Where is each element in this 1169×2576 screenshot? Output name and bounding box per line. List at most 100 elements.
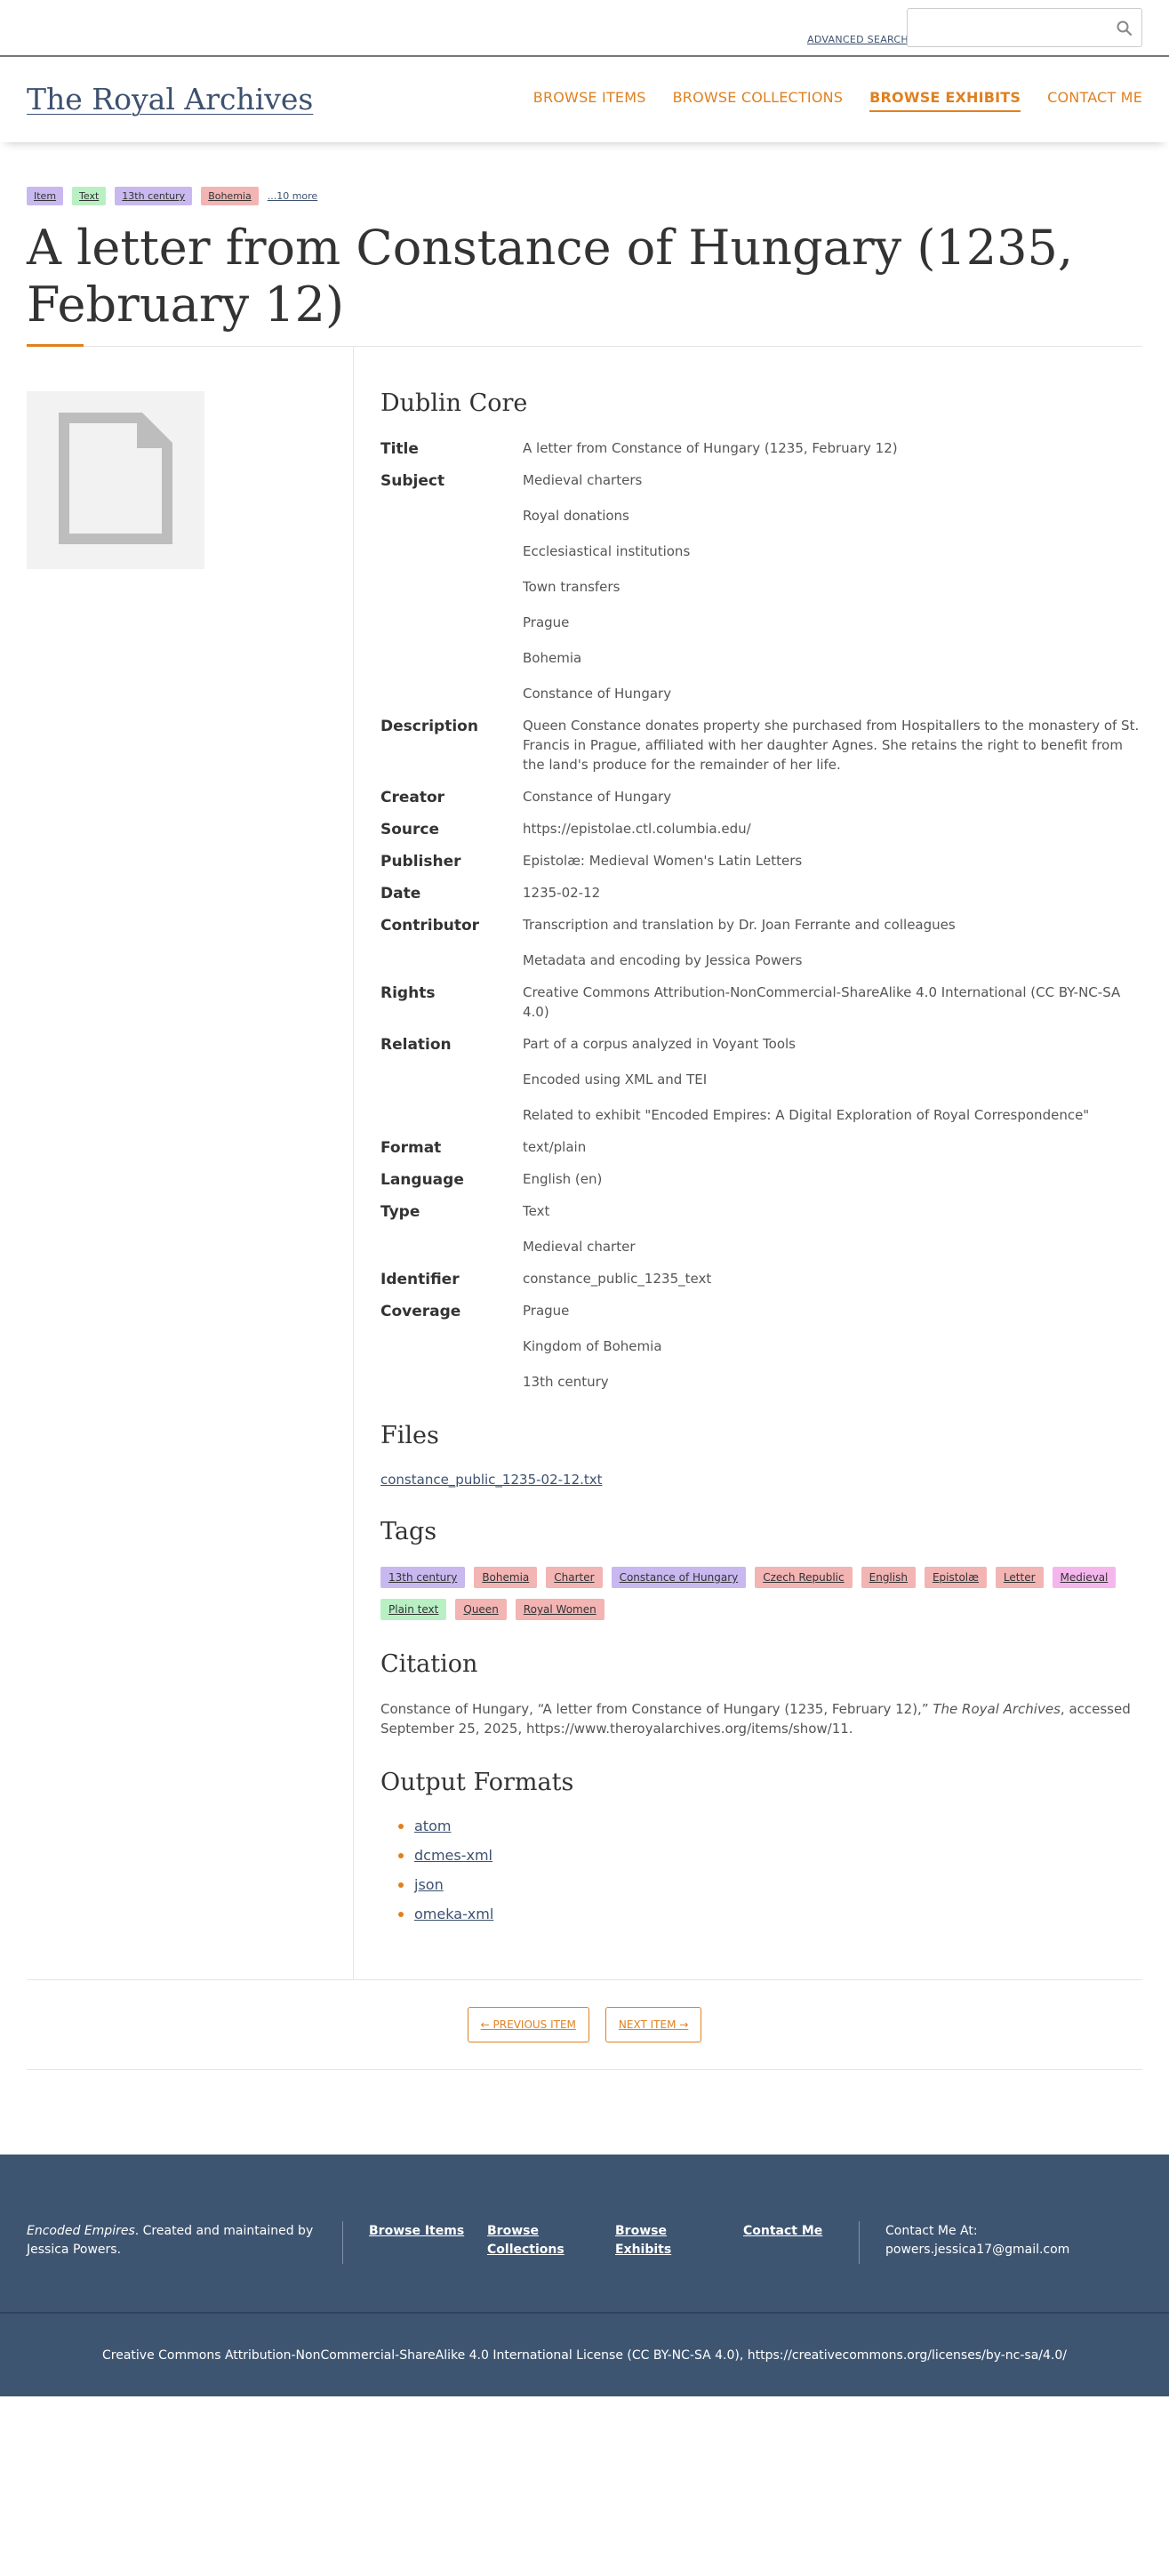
tag-text[interactable]: Text [72, 187, 107, 205]
field-value: https://epistolae.ctl.columbia.edu/ [523, 821, 751, 837]
field-label: Date [380, 885, 421, 903]
footer-link-browse-items[interactable]: Browse Items [369, 2222, 467, 2241]
field-value: English (en) [523, 1171, 603, 1187]
tag-cloud: 13th century Bohemia Charter Constance of H… [380, 1567, 1142, 1620]
tag-royal-women[interactable]: Royal Women [515, 1599, 605, 1620]
tag-letter[interactable]: Letter [995, 1567, 1044, 1588]
field-value: 13th century [523, 1374, 609, 1390]
field-value: Medieval charter [523, 1239, 636, 1255]
tag-charter[interactable]: Charter [546, 1567, 603, 1588]
field-value: Related to exhibit "Encoded Empires: A D… [523, 1107, 1090, 1123]
field-value: Epistolæ: Medieval Women's Latin Letters [523, 853, 803, 869]
output-format-link-json[interactable]: json [414, 1876, 444, 1893]
tag-plain-text[interactable]: Plain text [380, 1599, 447, 1620]
dublin-core-fields: Title A letter from Constance of Hungary … [380, 438, 1142, 1392]
output-format-item: omeka-xml [380, 1906, 1142, 1922]
metadata-field-description: Description Queen Constance donates prope… [380, 716, 1142, 774]
field-label: Source [380, 821, 440, 839]
site-title[interactable]: The Royal Archives [27, 82, 313, 116]
item-thumbnail[interactable] [27, 391, 204, 569]
metadata-field-title: Title A letter from Constance of Hungary … [380, 438, 1142, 458]
footer-link-browse-exhibits[interactable]: Browse Exhibits [615, 2222, 686, 2259]
field-value: Transcription and translation by Dr. Joa… [523, 917, 956, 933]
footer-link-contact-me[interactable]: Contact Me [743, 2222, 850, 2241]
footer-top: Encoded Empires. Created and maintained … [0, 2155, 1169, 2314]
field-label: Language [380, 1171, 464, 1189]
metadata-field-date: Date 1235-02-12 [380, 883, 1142, 903]
citation-site-name: The Royal Archives [933, 1701, 1061, 1717]
next-item-button[interactable]: NEXT ITEM → [605, 2007, 702, 2042]
item-sidebar [27, 347, 354, 1979]
field-label: Title [380, 440, 419, 458]
tag-bohemia[interactable]: Bohemia [474, 1567, 538, 1588]
metadata-field-relation: Relation Part of a corpus analyzed in Voy… [380, 1034, 1142, 1125]
footer-site-name: Encoded Empires [27, 2224, 135, 2238]
nav-browse-exhibits[interactable]: BROWSE EXHIBITS [869, 89, 1021, 112]
nav-contact-me[interactable]: CONTACT ME [1047, 89, 1142, 112]
more-tags-link[interactable]: ...10 more [268, 190, 317, 202]
metadata-field-coverage: Coverage Prague Kingdom of Bohemia 13th cen… [380, 1301, 1142, 1392]
field-values: https://epistolae.ctl.columbia.edu/ [523, 819, 1142, 839]
metadata-field-subject: Subject Medieval charters Royal donations E… [380, 470, 1142, 703]
search-icon[interactable] [1115, 19, 1134, 38]
output-format-item: json [380, 1876, 1142, 1893]
metadata-field-creator: Creator Constance of Hungary [380, 787, 1142, 807]
file-icon [53, 407, 178, 553]
item-pagination: ← PREVIOUS ITEM NEXT ITEM → [27, 1979, 1142, 2070]
field-value: Royal donations [523, 508, 629, 524]
tag-item[interactable]: Item [27, 187, 64, 205]
tag-czech-republic[interactable]: Czech Republic [755, 1567, 853, 1588]
footer-contact-label: Contact Me At: [885, 2224, 978, 2238]
output-format-link-dcmes-xml[interactable]: dcmes-xml [414, 1847, 492, 1864]
tag-epistol[interactable]: Epistolæ [924, 1567, 987, 1588]
tag-13th-century[interactable]: 13th century [115, 187, 193, 205]
field-label: Description [380, 718, 478, 735]
file-link[interactable]: constance_public_1235-02-12.txt [380, 1472, 603, 1488]
field-values: Text Medieval charter [523, 1201, 1142, 1256]
field-value: A letter from Constance of Hungary (1235… [523, 440, 898, 456]
field-label: Rights [380, 984, 436, 1002]
output-format-link-omeka-xml[interactable]: omeka-xml [414, 1906, 493, 1922]
field-label: Creator [380, 789, 445, 807]
tag-bohemia[interactable]: Bohemia [201, 187, 259, 205]
citation-heading: Citation [380, 1650, 478, 1678]
item-tags-preview: Item Text 13th century Bohemia ...10 mor… [27, 187, 1142, 205]
tag-english[interactable]: English [861, 1567, 916, 1588]
page-title: A letter from Constance of Hungary (1235… [27, 220, 1073, 333]
tag-constance-of-hungary[interactable]: Constance of Hungary [611, 1567, 747, 1588]
field-label: Coverage [380, 1303, 461, 1320]
previous-item-button[interactable]: ← PREVIOUS ITEM [467, 2007, 589, 2042]
footer-divider [342, 2221, 343, 2264]
tag-13th-century[interactable]: 13th century [380, 1567, 466, 1588]
field-values: A letter from Constance of Hungary (1235… [523, 438, 1142, 458]
search-input[interactable] [907, 8, 1142, 47]
dublin-core-heading: Dublin Core [380, 389, 528, 417]
field-value: 1235-02-12 [523, 885, 601, 901]
field-label: Relation [380, 1036, 452, 1054]
advanced-search-link[interactable]: ADVANCED SEARCH [807, 34, 909, 45]
tag-queen[interactable]: Queen [455, 1599, 507, 1620]
footer-divider [859, 2221, 860, 2264]
field-label: Identifier [380, 1271, 460, 1288]
field-values: 1235-02-12 [523, 883, 1142, 903]
field-value: Creative Commons Attribution-NonCommerci… [523, 984, 1121, 1020]
footer-link-browse-collections[interactable]: Browse Collections [487, 2222, 576, 2259]
bullet-icon [398, 1852, 404, 1858]
nav-browse-items[interactable]: BROWSE ITEMS [533, 89, 646, 112]
footer-contact-email: powers.jessica17@gmail.com [885, 2243, 1070, 2257]
tag-medieval[interactable]: Medieval [1052, 1567, 1117, 1588]
nav-browse-collections[interactable]: BROWSE COLLECTIONS [673, 89, 844, 112]
output-format-link-atom[interactable]: atom [414, 1818, 451, 1834]
field-values: Queen Constance donates property she pur… [523, 716, 1142, 774]
field-value: Town transfers [523, 579, 621, 595]
field-value: Prague [523, 614, 570, 630]
field-values: English (en) [523, 1169, 1142, 1189]
field-value: Ecclesiastical institutions [523, 543, 691, 559]
site-footer: Encoded Empires. Created and maintained … [0, 2155, 1169, 2396]
footer-license: Creative Commons Attribution-NonCommerci… [102, 2347, 1067, 2363]
metadata-field-format: Format text/plain [380, 1137, 1142, 1157]
output-format-item: atom [380, 1818, 1142, 1834]
field-values: text/plain [523, 1137, 1142, 1157]
metadata-field-source: Source https://epistolae.ctl.columbia.edu… [380, 819, 1142, 839]
output-format-item: dcmes-xml [380, 1847, 1142, 1864]
